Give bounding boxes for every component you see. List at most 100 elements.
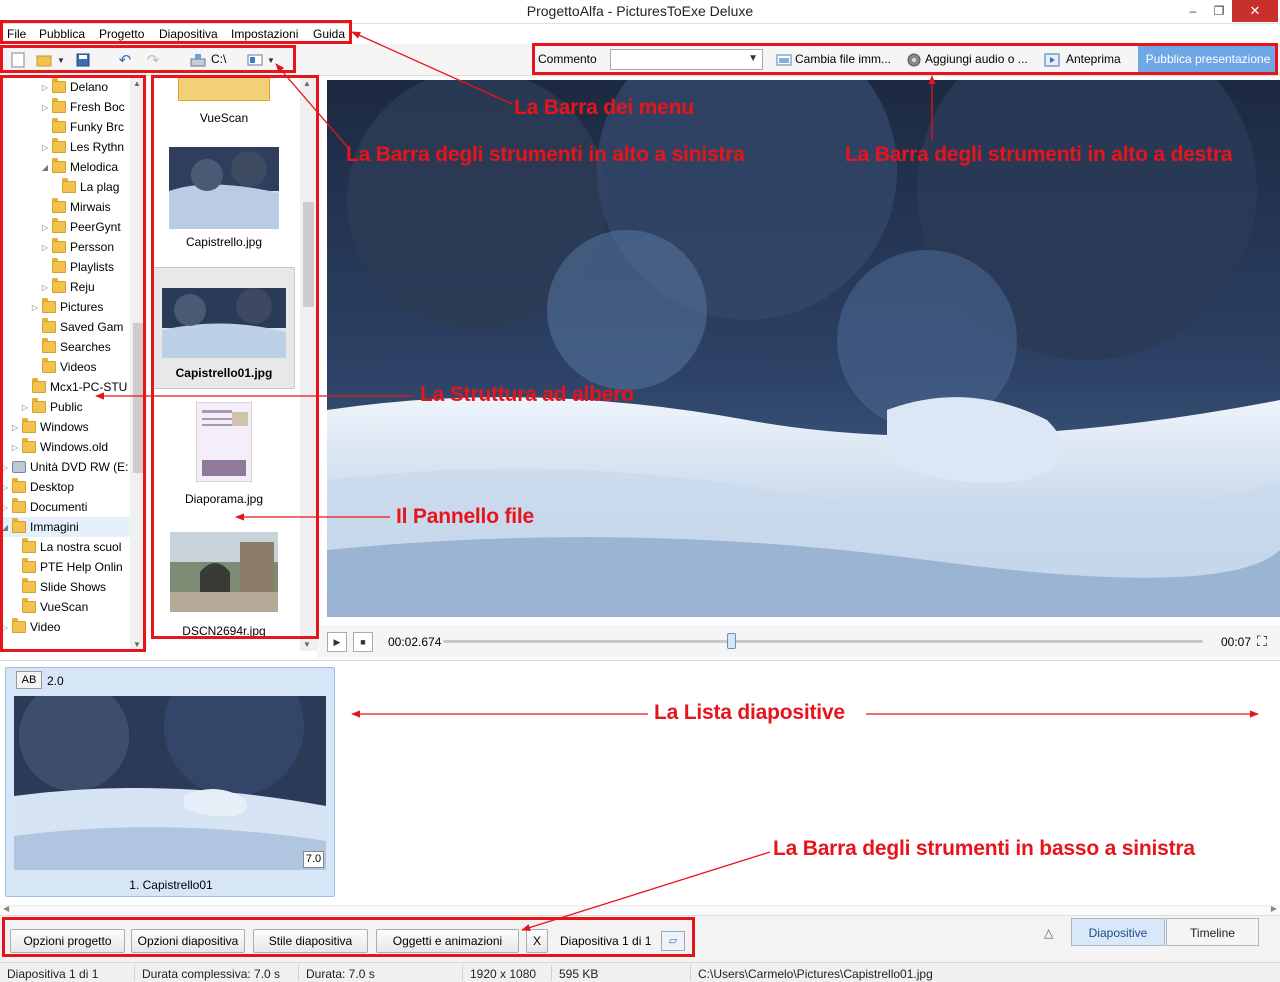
expand-icon[interactable]: ▷ xyxy=(20,403,30,412)
view-mode-icon[interactable] xyxy=(245,50,265,70)
tree-item-label: Unità DVD RW (E: xyxy=(30,460,129,474)
slide-card[interactable]: 1. Capistrello01 xyxy=(5,667,335,897)
slide-style-button[interactable]: Stile diapositiva xyxy=(253,929,368,953)
scroll-down-icon[interactable]: ▼ xyxy=(303,640,311,649)
expand-icon[interactable]: ▷ xyxy=(10,443,20,452)
tree-item[interactable]: VueScan xyxy=(10,597,146,617)
publish-button[interactable]: Pubblica presentazione xyxy=(1138,46,1278,73)
drive-label[interactable]: C:\ xyxy=(211,52,226,66)
stop-icon[interactable]: ■ xyxy=(353,632,373,652)
add-audio-button[interactable]: Aggiungi audio o ... xyxy=(925,52,1028,66)
preview-icon[interactable] xyxy=(1042,50,1062,70)
objects-animations-button[interactable]: Oggetti e animazioni xyxy=(376,929,519,953)
tab-timeline[interactable]: Timeline xyxy=(1166,918,1259,946)
tree-item-label: Videos xyxy=(60,360,97,374)
tree-item[interactable]: ▷ Documenti xyxy=(0,497,146,517)
expand-icon[interactable]: ▷ xyxy=(0,503,10,512)
file-item[interactable]: Diaporama.jpg xyxy=(153,402,295,512)
tab-slides[interactable]: Diapositive xyxy=(1071,918,1165,946)
comment-combo[interactable]: ▼ xyxy=(610,49,763,70)
status-separator xyxy=(134,965,135,981)
expand-icon[interactable]: ▷ xyxy=(0,623,10,632)
drive-icon[interactable] xyxy=(188,50,208,70)
tree-item-label: Persson xyxy=(70,240,115,254)
file-item[interactable]: Capistrello.jpg xyxy=(153,147,295,259)
tree-scroll-thumb[interactable] xyxy=(133,323,144,473)
expand-icon[interactable]: ▷ xyxy=(0,463,10,472)
tree-item[interactable]: ▷ Public xyxy=(20,397,146,417)
folder-icon xyxy=(22,578,36,593)
menu-file[interactable]: File xyxy=(7,27,26,41)
file-panel-scrollbar[interactable]: ▲ ▼ xyxy=(300,77,317,651)
folder-icon xyxy=(52,158,66,173)
change-image-button[interactable]: Cambia file imm... xyxy=(795,52,891,66)
expand-icon[interactable]: ▷ xyxy=(30,303,40,312)
file-item[interactable]: DSCN2694r.jpg xyxy=(153,532,295,644)
open-folder-icon[interactable] xyxy=(34,50,54,70)
scroll-up-icon[interactable]: ▲ xyxy=(133,79,141,88)
undo-icon[interactable]: ↶ xyxy=(115,50,135,70)
close-x-button[interactable]: X xyxy=(526,929,548,953)
scroll-up-icon[interactable]: ▲ xyxy=(303,79,311,88)
file-scroll-thumb[interactable] xyxy=(303,202,314,307)
tree-item[interactable]: PTE Help Onlin xyxy=(10,557,146,577)
expand-icon[interactable]: ▷ xyxy=(40,143,50,152)
menu-guida[interactable]: Guida xyxy=(313,27,345,41)
expand-icon[interactable]: ▷ xyxy=(40,83,50,92)
tree-item[interactable]: Mcx1-PC-STU xyxy=(20,377,146,397)
playback-track[interactable] xyxy=(443,640,1203,643)
collapse-icon[interactable]: △ xyxy=(1044,926,1053,940)
expand-icon[interactable]: ◢ xyxy=(40,163,50,172)
project-options-button[interactable]: Opzioni progetto xyxy=(10,929,125,953)
slide-nav-icon[interactable]: ▱ xyxy=(661,931,685,951)
save-icon[interactable] xyxy=(73,50,93,70)
tree-item[interactable]: ▷ Desktop xyxy=(0,477,146,497)
preview-button[interactable]: Anteprima xyxy=(1066,52,1121,66)
transition-badge[interactable]: AB xyxy=(16,671,42,689)
expand-icon[interactable]: ▷ xyxy=(40,223,50,232)
close-button[interactable]: ✕ xyxy=(1232,0,1278,22)
folder-icon xyxy=(52,118,66,133)
folder-tree[interactable]: ▷ Delano ▷ Fresh Boc Funky Brc ▷ Les Rythn ◢ Mel… xyxy=(0,77,147,651)
tree-item[interactable]: ▷ Windows xyxy=(10,417,146,437)
scroll-left-icon[interactable]: ◀ xyxy=(3,904,9,913)
tree-scrollbar[interactable]: ▲ ▼ xyxy=(130,77,147,651)
file-panel[interactable]: VueScan Capistrello.jpg Capistrello01.jp… xyxy=(147,77,317,651)
redo-icon[interactable]: ↷ xyxy=(143,50,163,70)
file-item-folder[interactable]: VueScan xyxy=(153,77,295,129)
file-item-selected[interactable]: Capistrello01.jpg xyxy=(153,267,295,389)
tree-item[interactable]: ◢ Immagini xyxy=(0,517,146,537)
menu-diapositiva[interactable]: Diapositiva xyxy=(159,27,218,41)
folder-icon xyxy=(22,558,36,573)
add-audio-icon[interactable] xyxy=(904,50,924,70)
slide-options-button[interactable]: Opzioni diapositiva xyxy=(131,929,245,953)
expand-icon[interactable]: ◢ xyxy=(0,523,10,532)
scroll-right-icon[interactable]: ▶ xyxy=(1271,904,1277,913)
tree-item[interactable]: ▷ Windows.old xyxy=(10,437,146,457)
tree-item[interactable]: Slide Shows xyxy=(10,577,146,597)
menu-impostazioni[interactable]: Impostazioni xyxy=(231,27,298,41)
playback-slider[interactable] xyxy=(726,633,736,649)
minimize-button[interactable]: – xyxy=(1180,0,1206,22)
slide-counter: Diapositiva 1 di 1 xyxy=(560,934,652,948)
menu-pubblica[interactable]: Pubblica xyxy=(39,27,85,41)
fullscreen-icon[interactable]: ⛶ xyxy=(1257,633,1267,650)
slide-list-scrollbar[interactable]: ◀ ▶ xyxy=(0,904,1280,915)
expand-icon[interactable]: ▷ xyxy=(0,483,10,492)
expand-icon[interactable]: ▷ xyxy=(40,283,50,292)
expand-icon[interactable]: ▷ xyxy=(40,103,50,112)
tree-item[interactable]: ▷ Video xyxy=(0,617,146,637)
new-project-icon[interactable] xyxy=(8,50,28,70)
scroll-down-icon[interactable]: ▼ xyxy=(133,640,141,649)
open-dropdown-icon[interactable]: ▼ xyxy=(55,50,67,70)
tree-item[interactable]: La nostra scuol xyxy=(10,537,146,557)
menu-progetto[interactable]: Progetto xyxy=(99,27,144,41)
folder-icon xyxy=(22,538,36,553)
change-image-icon[interactable] xyxy=(774,50,794,70)
expand-icon[interactable]: ▷ xyxy=(10,423,20,432)
view-dropdown-icon[interactable]: ▼ xyxy=(265,50,277,70)
expand-icon[interactable]: ▷ xyxy=(40,243,50,252)
play-icon[interactable]: ▶ xyxy=(327,632,347,652)
maximize-button[interactable]: ❐ xyxy=(1206,0,1232,22)
tree-item[interactable]: ▷ Unità DVD RW (E: xyxy=(0,457,146,477)
